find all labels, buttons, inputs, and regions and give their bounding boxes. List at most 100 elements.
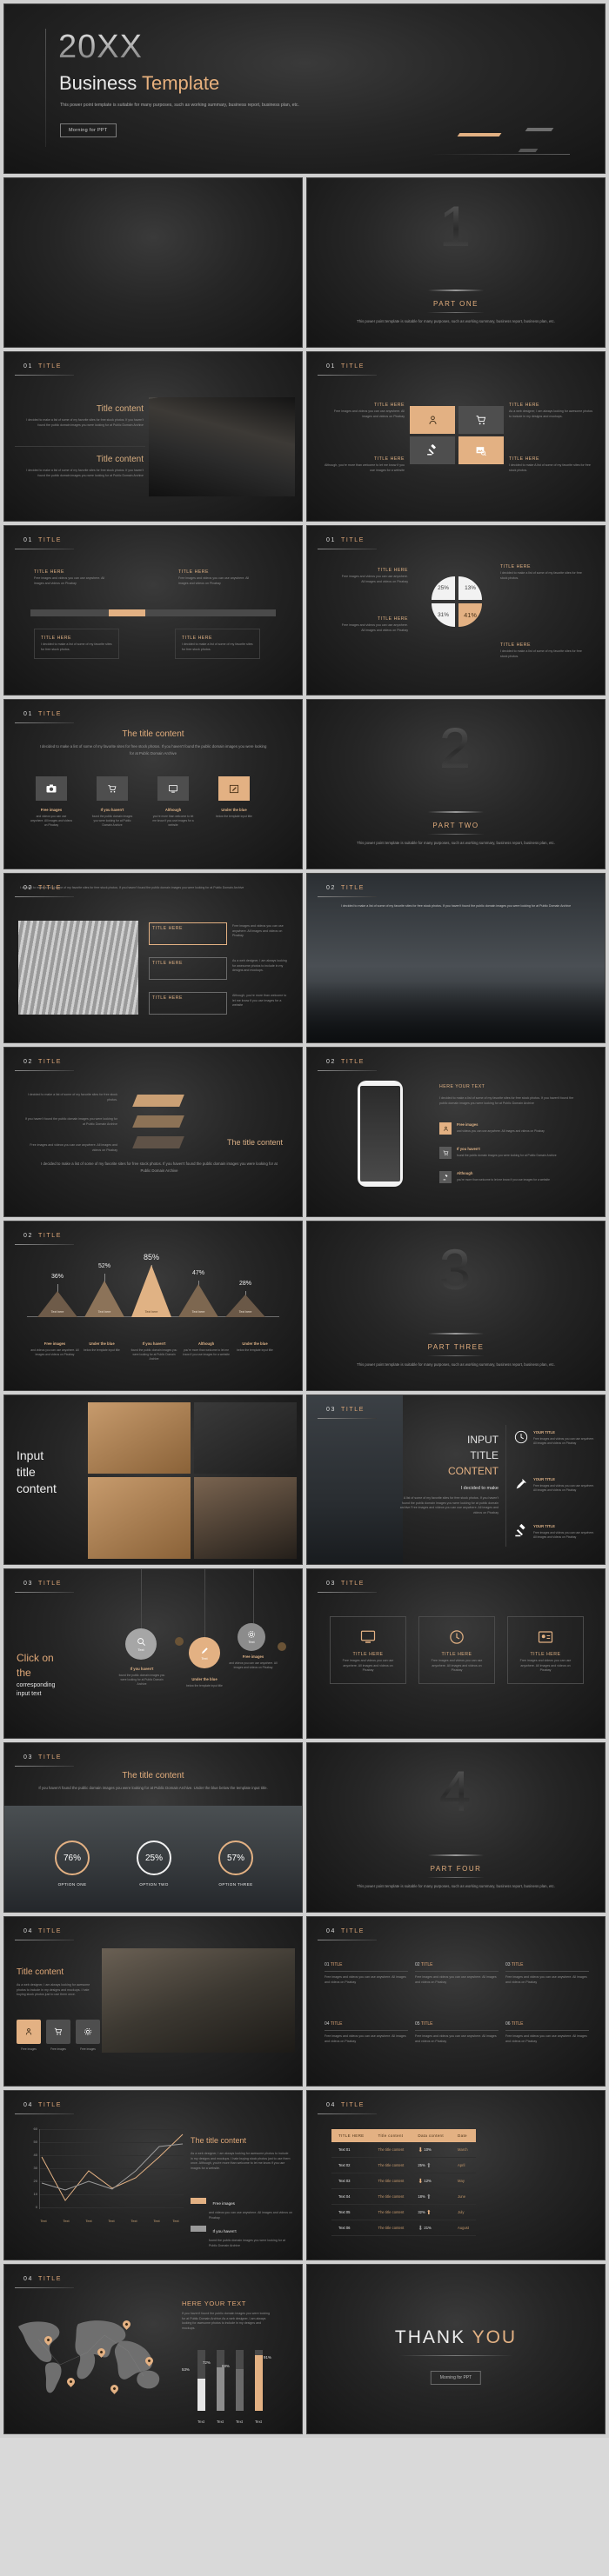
slide-row-2: CONTENTS 01 TITLE Under the blue below t… (0, 177, 609, 351)
donut-label-3: OPTION THREE (218, 1882, 253, 1887)
y-tick-0: 0 (35, 2205, 37, 2209)
slide-thank-you[interactable]: THANK YOU Morning for PPT (306, 2264, 606, 2434)
col-body: Free images and videos you can use anywh… (325, 2034, 406, 2043)
slide-02-phone[interactable]: 02 TITLE HERE YOUR TEXT I decided to make… (306, 1047, 606, 1217)
slide-title[interactable]: 20XX Business Template This power point … (3, 3, 606, 174)
slide-contents[interactable]: CONTENTS 01 TITLE Under the blue below t… (3, 177, 303, 348)
table-row[interactable]: Text 01 The title content ⬇ 10% March (331, 2142, 477, 2158)
block-body: I decided to make a list of some of my f… (26, 418, 144, 427)
caption-title: Free images (40, 808, 63, 812)
divider-label: PART FOUR (430, 1865, 482, 1873)
slide-divider-part-three[interactable]: 3 PART THREE This power point template i… (306, 1221, 606, 1391)
col-num: 04 (325, 2021, 330, 2027)
slide-03-cards[interactable]: 03 TITLE TITLE HERE Free images and video… (306, 1568, 606, 1739)
layer-shape-1 (132, 1095, 184, 1107)
slide-01-timeline[interactable]: 01 TITLE TITLE HERE Free images and video… (3, 525, 303, 696)
card-2[interactable]: TITLE HERE Free images and videos you ca… (418, 1616, 495, 1684)
bubble-label: Text (137, 1647, 144, 1652)
card-1[interactable]: TITLE HERE Free images and videos you ca… (330, 1616, 406, 1684)
map-bar-fill-2 (217, 2366, 224, 2411)
slide-row-7: 02 TITLE I decided to make a list of some… (0, 1047, 609, 1221)
table-row[interactable]: Text 04 The title content 18% ⬆ June (331, 2188, 477, 2205)
card-title: TITLE HERE (152, 995, 183, 1001)
divider-label-block: PART ONE This power point template is su… (307, 300, 605, 325)
arrow-down-icon: ⬇ (418, 2147, 424, 2153)
col-body: Free images and videos you can use anywh… (505, 1975, 587, 1984)
caption-title: Under the blue (89, 1341, 115, 1346)
slide-04-data-table[interactable]: 04 TITLE TITLE HERE Title content Data co… (306, 2090, 606, 2260)
card-3[interactable]: TITLE HERE Free images and videos you ca… (507, 1616, 584, 1684)
thank-you-button[interactable]: Morning for PPT (430, 2371, 482, 2385)
cell-content: The title content (371, 2142, 412, 2158)
tri-caption-2: Under the blue below the template input t… (76, 1341, 128, 1353)
tile-image-search[interactable] (458, 436, 504, 464)
slide-01-icon-tiles[interactable]: 01 TITLE TITLE HERE Free images and video… (306, 351, 606, 522)
aerial-badge-2[interactable] (46, 2020, 70, 2044)
x-tick-2: Text (63, 2219, 70, 2223)
phone-intro: I decided to make a list of some of my f… (439, 1096, 574, 1105)
table-row[interactable]: Text 05 The title content 32% ⬆ July (331, 2204, 477, 2220)
slide-divider-part-two[interactable]: 2 PART TWO This power point template is … (306, 699, 606, 869)
phone-item-icon-3 (439, 1171, 452, 1183)
aerial-badge-1[interactable] (17, 2020, 41, 2044)
slide-01-pie-chart[interactable]: 01 TITLE 25% 13% 31% 41% TITLE HERE Free … (306, 525, 606, 696)
slide-row-4: 01 TITLE TITLE HERE Free images and video… (0, 525, 609, 699)
slide-04-world-map[interactable]: 04 TITLE HERE YOUR TEXT If you haven't f… (3, 2264, 303, 2434)
slide-02-architecture[interactable]: I decided to make a list of some of my f… (3, 873, 303, 1043)
card-body: Free images and videos you can use anywh… (431, 1659, 483, 1673)
col-header-3: Data content (411, 2129, 451, 2142)
legend-title: TITLE HERE (378, 568, 408, 573)
timeline-top-1: TITLE HERE Free images and videos you ca… (34, 569, 110, 586)
slide-header-rule (15, 375, 74, 376)
phone-screen (360, 1086, 400, 1181)
icon-box-camera[interactable] (36, 776, 67, 801)
icon-box-edit[interactable] (218, 776, 250, 801)
item-title: YOUR TITLE (533, 1430, 555, 1434)
table-row[interactable]: Text 06 The title content ⬇ 21% August (331, 2220, 477, 2236)
badge-label-2: Free images (50, 2047, 66, 2051)
legend-entry-2: If you haven't found the public domain i… (191, 2221, 294, 2248)
gavel-icon (443, 1174, 448, 1180)
pin-dot (68, 2379, 74, 2385)
right-item-2: YOUR TITLE Free images and videos you can… (533, 1477, 596, 1493)
morning-for-ppt-button[interactable]: Morning for PPT (60, 123, 117, 137)
icon-box-cart[interactable] (97, 776, 128, 801)
table-row[interactable]: Text 02 The title content 25% ⬆ April (331, 2157, 477, 2173)
tile-gavel[interactable] (410, 436, 455, 464)
aerial-badge-3[interactable] (76, 2020, 100, 2044)
icon-box-monitor[interactable] (157, 776, 189, 801)
slide-01-four-icons[interactable]: 01 TITLE The title content I decided to m… (3, 699, 303, 869)
caption-body: and videos you can use anywhere. All ima… (30, 1348, 79, 1357)
col-rule (325, 2030, 408, 2031)
cell-content: The title content (371, 2157, 412, 2173)
slide-03-input-title[interactable]: Input title content (3, 1395, 303, 1565)
slide-02-layers[interactable]: 02 TITLE I decided to make a list of some… (3, 1047, 303, 1217)
right-item-icon-3 (514, 1523, 528, 1542)
slide-03-input-content[interactable]: 03 TITLE INPUT TITLE CONTENT I decided to… (306, 1395, 606, 1565)
slide-02-bridge[interactable]: 02 TITLE I decided to make a list of some… (306, 873, 606, 1043)
photo-phone-hand (194, 1402, 297, 1474)
cell-content: The title content (371, 2173, 412, 2189)
bubble-pencil[interactable]: Text (189, 1637, 220, 1668)
bubble-gear[interactable]: Text (238, 1623, 265, 1651)
slide-03-donut-chart[interactable]: 03 TITLE The title content If you haven't… (3, 1742, 303, 1913)
slide-03-hanging-bubbles[interactable]: 03 TITLE Text Text Text Click on the cor… (3, 1568, 303, 1739)
slide-divider-part-four[interactable]: 4 PART FOUR This power point template is… (306, 1742, 606, 1913)
decor-dot-1 (175, 1637, 184, 1646)
donut-1: 76% (55, 1840, 90, 1875)
slide-04-aerial[interactable]: 04 TITLE Title content As a web designer,… (3, 1916, 303, 2087)
cell-data: ⬇ 12% (411, 2173, 451, 2189)
slide-01-photo[interactable]: 01 TITLE Title content I decided to make … (3, 351, 303, 522)
bubble-search[interactable]: Text (125, 1628, 157, 1660)
slide-divider-part-one[interactable]: 1 PART ONE This power point template is … (306, 177, 606, 348)
tile-cart[interactable] (458, 406, 504, 434)
slide-04-six-columns[interactable]: 04 TITLE 01 TITLE Free images and videos … (306, 1916, 606, 2087)
thank-you-title: THANK YOU (307, 2327, 605, 2348)
center-sub: I decided to make a list of some of my f… (39, 744, 267, 755)
bar-label-3: Text here (144, 1310, 158, 1314)
card-body: As a web designer, I am always looking f… (232, 959, 287, 973)
table-row[interactable]: Text 03 The title content ⬇ 12% May (331, 2173, 477, 2189)
slide-04-line-chart[interactable]: 04 TITLE 60 50 40 30 20 10 0 Text Text T… (3, 2090, 303, 2260)
slide-02-triangle-chart[interactable]: 02 TITLE 36% Text here 52% Text here 85% … (3, 1221, 303, 1391)
tile-person[interactable] (410, 406, 455, 434)
